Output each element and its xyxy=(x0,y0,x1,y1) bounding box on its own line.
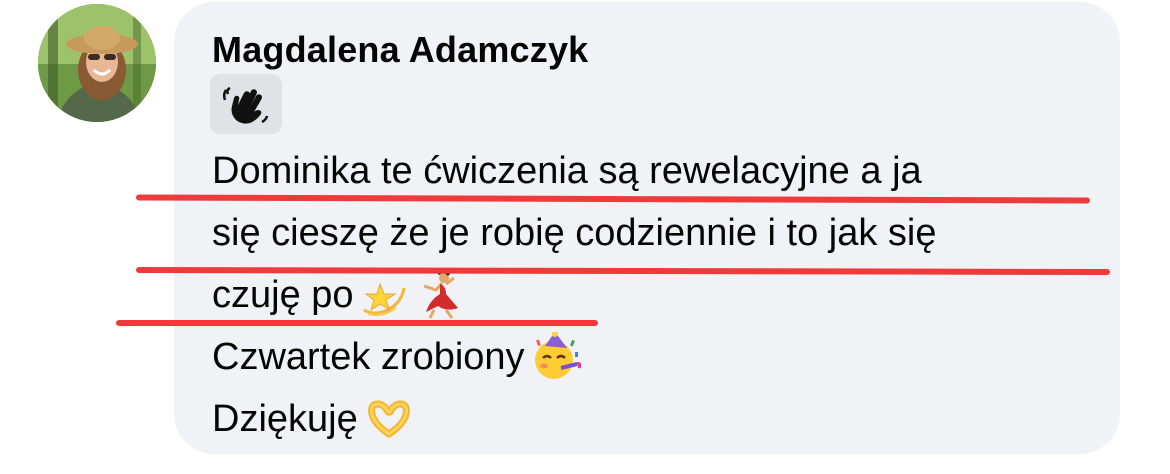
sticker-chip xyxy=(210,74,282,134)
waving-hand-icon xyxy=(222,86,269,124)
comment-line-text: Dziękuję xyxy=(212,398,358,440)
comment-line: Czwartek zrobiony xyxy=(212,326,1102,388)
red-underline-3 xyxy=(116,320,598,326)
comment-line-text: Dominika te ćwiczenia są rewelacyjne a j… xyxy=(212,150,922,192)
comment-line: Dominika te ćwiczenia są rewelacyjne a j… xyxy=(212,140,1102,202)
dancer-icon xyxy=(416,270,466,320)
avatar-photo xyxy=(38,4,156,122)
partying-face-icon xyxy=(531,332,581,382)
heart-hands-icon xyxy=(364,394,414,444)
avatar[interactable] xyxy=(38,4,156,122)
comment-line: Dziękuję xyxy=(212,388,1102,450)
comment-line-text: Czwartek zrobiony xyxy=(212,336,525,378)
comment-line: się cieszę że je robię codziennie i to j… xyxy=(212,202,1102,264)
comment-author[interactable]: Magdalena Adamczyk xyxy=(212,28,588,72)
comment-line-text: się cieszę że je robię codziennie i to j… xyxy=(212,212,937,254)
comment-text: Dominika te ćwiczenia są rewelacyjne a j… xyxy=(212,140,1102,450)
dizzy-star-icon xyxy=(360,270,410,320)
